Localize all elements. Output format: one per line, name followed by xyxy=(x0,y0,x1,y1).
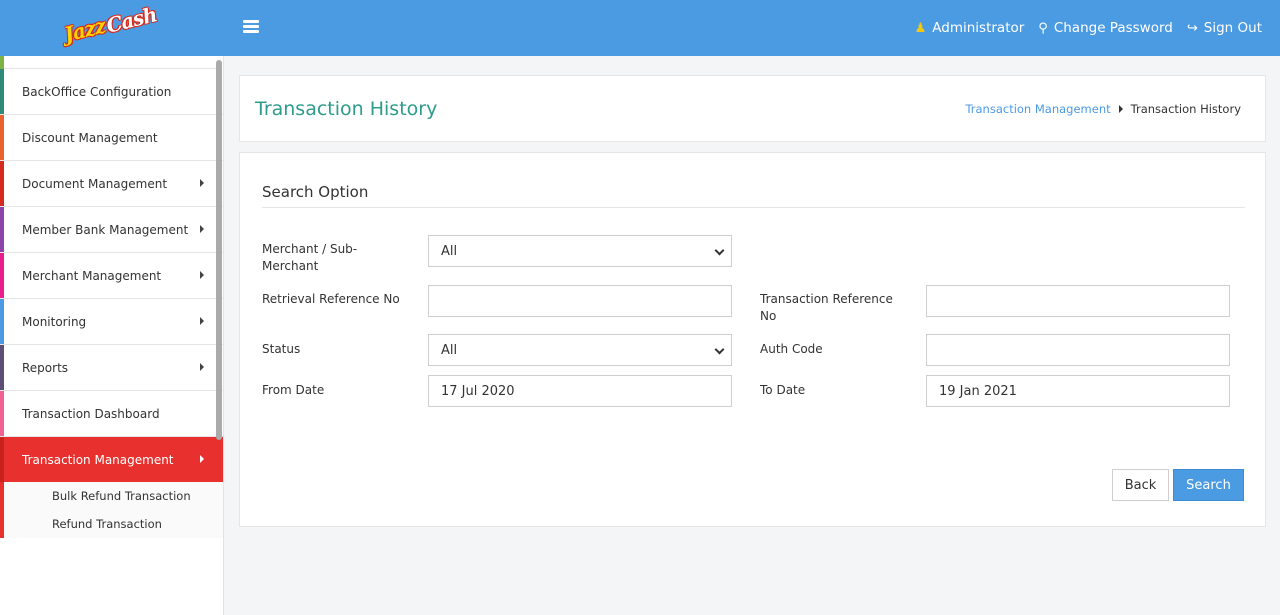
sidebar-subitem-bulk-refund-transaction[interactable]: Bulk Refund Transaction xyxy=(0,482,223,510)
sidebar-item-label: BackOffice Configuration xyxy=(22,84,172,99)
breadcrumb: Transaction Management Transaction Histo… xyxy=(965,102,1241,116)
sidebar-subitem-label: Refund Transaction xyxy=(52,517,162,531)
search-button[interactable]: Search xyxy=(1173,469,1244,501)
status-select-value: All xyxy=(441,342,458,358)
chevron-right-icon xyxy=(200,271,204,279)
back-button[interactable]: Back xyxy=(1112,469,1169,501)
chevron-down-icon xyxy=(714,344,725,355)
sidebar-item-backoffice-configuration[interactable]: BackOffice Configuration xyxy=(0,69,223,115)
sidebar-item-transaction-dashboard[interactable]: Transaction Dashboard xyxy=(0,391,223,437)
sidebar-item-document-management[interactable]: Document Management xyxy=(0,161,223,207)
chevron-right-icon xyxy=(200,179,204,187)
sidebar-item-partial[interactable] xyxy=(0,56,216,69)
sidebar-scrollbar[interactable] xyxy=(216,60,222,440)
to-date-input[interactable]: 19 Jan 2021 xyxy=(926,375,1230,407)
sidebar-subitem-refund-transaction[interactable]: Refund Transaction xyxy=(0,510,223,538)
from-date-label: From Date xyxy=(262,383,325,397)
logo-area[interactable]: Jazz Cash xyxy=(0,0,224,56)
status-label: Status xyxy=(262,342,301,356)
chevron-right-icon xyxy=(200,363,204,371)
chevron-down-icon xyxy=(714,245,725,256)
to-date-label: To Date xyxy=(760,383,806,397)
auth-code-input[interactable] xyxy=(926,334,1230,366)
chevron-right-icon xyxy=(200,455,204,463)
sidebar-item-discount-management[interactable]: Discount Management xyxy=(0,115,223,161)
sidebar-item-label: Transaction Management xyxy=(22,453,174,467)
section-divider xyxy=(262,207,1245,208)
sidebar-item-label: Monitoring xyxy=(22,314,87,329)
merchant-label: Merchant / Sub-Merchant xyxy=(262,242,358,273)
page-header-card: Transaction History Transaction Manageme… xyxy=(239,75,1266,142)
user-icon: ♟ xyxy=(914,20,927,36)
sidebar: BackOffice Configuration Discount Manage… xyxy=(0,56,224,615)
sidebar-item-label: Transaction Dashboard xyxy=(22,406,160,421)
chevron-right-icon xyxy=(200,225,204,233)
sidebar-item-transaction-management[interactable]: Transaction Management xyxy=(0,437,223,483)
change-password-link[interactable]: ⚲ Change Password xyxy=(1038,20,1173,36)
sidebar-item-label: Document Management xyxy=(22,176,168,191)
user-menu[interactable]: ♟ Administrator xyxy=(915,20,1025,36)
search-card: Search Option Merchant / Sub-Merchant Al… xyxy=(239,152,1266,527)
sidebar-item-label: Member Bank Management xyxy=(22,222,189,237)
jazzcash-logo[interactable]: Jazz Cash xyxy=(61,2,162,48)
sign-out-label: Sign Out xyxy=(1203,20,1262,36)
logo-cash-text: Cash xyxy=(103,2,159,38)
chevron-right-icon xyxy=(200,317,204,325)
sign-out-icon: ↪ xyxy=(1186,20,1198,36)
menu-toggle-icon[interactable] xyxy=(243,18,261,38)
status-select[interactable]: All xyxy=(428,334,732,366)
from-date-input[interactable]: 17 Jul 2020 xyxy=(428,375,732,407)
sidebar-item-merchant-management[interactable]: Merchant Management xyxy=(0,253,223,299)
rrn-label: Retrieval Reference No xyxy=(262,292,400,306)
merchant-select-value: All xyxy=(441,243,458,259)
logo-jazz-text: Jazz xyxy=(61,13,108,47)
section-title: Search Option xyxy=(262,183,369,201)
sidebar-item-label: Reports xyxy=(22,360,69,375)
rrn-input[interactable] xyxy=(428,285,732,317)
merchant-select[interactable]: All xyxy=(428,235,732,267)
breadcrumb-separator-icon xyxy=(1118,105,1123,113)
breadcrumb-link-transaction-management[interactable]: Transaction Management xyxy=(965,102,1110,116)
sidebar-subitem-label: Bulk Refund Transaction xyxy=(52,489,191,503)
trn-label: Transaction Reference No xyxy=(760,292,893,323)
auth-code-label: Auth Code xyxy=(760,342,823,356)
sidebar-item-label: Merchant Management xyxy=(22,268,162,283)
page-title: Transaction History xyxy=(255,98,438,120)
sign-out-link[interactable]: ↪ Sign Out xyxy=(1187,20,1262,36)
breadcrumb-current: Transaction History xyxy=(1130,102,1241,116)
sidebar-item-monitoring[interactable]: Monitoring xyxy=(0,299,223,345)
key-icon: ⚲ xyxy=(1038,20,1048,36)
change-password-label: Change Password xyxy=(1053,20,1173,36)
trn-input[interactable] xyxy=(926,285,1230,317)
to-date-value: 19 Jan 2021 xyxy=(939,383,1017,399)
user-name: Administrator xyxy=(932,20,1025,36)
sidebar-item-reports[interactable]: Reports xyxy=(0,345,223,391)
sidebar-item-label: Discount Management xyxy=(22,130,158,145)
from-date-value: 17 Jul 2020 xyxy=(441,383,515,399)
sidebar-item-member-bank-management[interactable]: Member Bank Management xyxy=(0,207,223,253)
top-right-links: ♟ Administrator ⚲ Change Password ↪ Sign… xyxy=(915,0,1262,56)
